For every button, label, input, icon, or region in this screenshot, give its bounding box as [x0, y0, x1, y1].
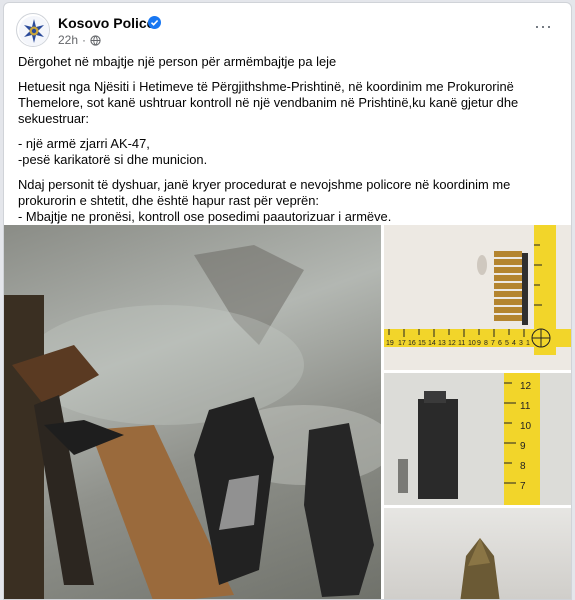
ruler-tick-label: 8: [484, 340, 488, 347]
police-emblem-icon: [19, 16, 49, 46]
ruler-tick-label: 8: [520, 461, 526, 472]
ruler-tick-label: 14: [428, 340, 436, 347]
ruler-tick-label: 11: [458, 340, 465, 347]
ruler-tick-label: 9: [477, 340, 481, 347]
photo-ammunition-with-ruler[interactable]: 19 17 16 15 14 13 12 11 10 9 8 7 6 5 4 3: [384, 225, 571, 370]
ruler-tick-label: 7: [520, 481, 526, 492]
photo-cartridge-closeup[interactable]: [384, 508, 571, 599]
ruler-tick-label: 12: [520, 381, 532, 392]
photo-magazine-with-ruler[interactable]: 12 11 10 9 8 7: [384, 373, 571, 505]
ruler-tick-label: 19: [386, 340, 394, 347]
ruler-tick-label: 12: [448, 340, 456, 347]
post-meta: 22h ·: [58, 33, 101, 47]
ruler-tick-label: 17: [398, 340, 406, 347]
page-name[interactable]: Kosovo Police: [58, 15, 154, 31]
ruler-tick-label: 13: [438, 340, 446, 347]
post-paragraph: Hetuesit nga Njësiti i Hetimeve të Përgj…: [18, 79, 519, 126]
post-paragraph: - një armë zjarri AK-47, -pesë karikator…: [18, 136, 208, 167]
ruler-tick-label: 7: [491, 340, 495, 347]
photo-seized-rifle-and-magazines[interactable]: [4, 225, 381, 599]
meta-separator: ·: [82, 33, 87, 47]
globe-icon[interactable]: [90, 34, 101, 46]
ruler-tick-label: 4: [512, 340, 516, 347]
ruler-tick-label: 10: [468, 340, 476, 347]
ruler-tick-label: 11: [520, 401, 531, 412]
ruler-tick-label: 3: [519, 340, 523, 347]
ruler-tick-label: 6: [498, 340, 502, 347]
post-time[interactable]: 22h: [58, 33, 78, 47]
more-options-icon[interactable]: ···: [529, 17, 557, 41]
post-media-grid: 19 17 16 15 14 13 12 11 10 9 8 7 6 5 4 3: [4, 225, 571, 599]
ruler-tick-label: 10: [520, 421, 532, 432]
ruler-tick-label: 1: [526, 340, 530, 347]
ruler-tick-label: 15: [418, 340, 426, 347]
ruler-tick-label: 16: [408, 340, 416, 347]
ruler-tick-label: 9: [520, 441, 526, 452]
verified-badge-icon: [148, 16, 161, 29]
post-headline: Dërgohet në mbajtje një person për armëm…: [18, 54, 337, 69]
post-text: Dërgohet në mbajtje një person për armëm…: [18, 54, 558, 250]
post-card: Kosovo Police 22h · ··· Dërgohet në mbaj…: [3, 2, 572, 600]
kosovo-police-avatar[interactable]: [16, 13, 50, 47]
ruler-tick-label: 5: [505, 340, 509, 347]
post-header: Kosovo Police 22h · ···: [16, 13, 561, 49]
